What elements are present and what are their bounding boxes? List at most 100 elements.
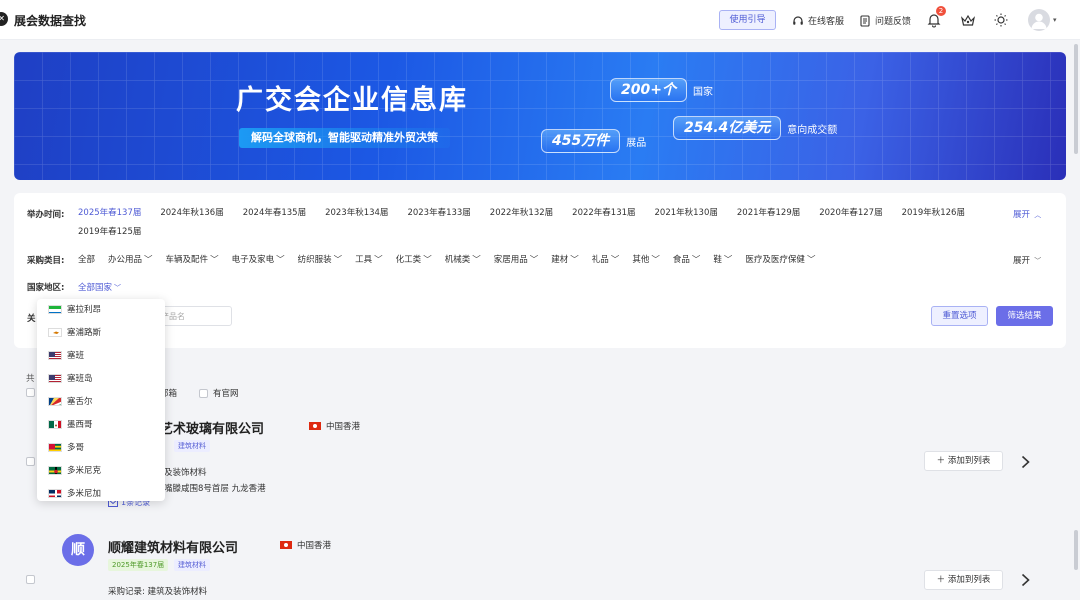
year-option[interactable]: 2024年秋136届 bbox=[160, 207, 223, 219]
country-option[interactable]: 多哥 bbox=[48, 441, 84, 453]
country-option[interactable]: 塞班 bbox=[48, 349, 84, 361]
category-option[interactable]: 机械类 ﹀ bbox=[445, 253, 481, 265]
country-option[interactable]: 塞浦路斯 bbox=[48, 326, 101, 338]
expand-years-toggle[interactable]: 展开 ︿ bbox=[1013, 208, 1041, 220]
category-option[interactable]: 化工类 ﹀ bbox=[396, 253, 432, 265]
keyword-input[interactable]: 产品名 bbox=[154, 306, 232, 326]
reset-button[interactable]: 重置选项 bbox=[931, 306, 988, 326]
option-website[interactable]: 有官网 bbox=[199, 387, 239, 399]
category-options: 全部 办公用品 ﹀ 车辆及配件 ﹀ 电子及家电 ﹀ 纺织服装 ﹀ 工具 ﹀ 化工类 ﹀ 机械… bbox=[78, 253, 815, 265]
filter-panel: 举办时间: 2025年春137届 2024年秋136届 2024年春135届 2… bbox=[14, 193, 1066, 348]
year-option[interactable]: 2022年春131届 bbox=[572, 207, 635, 219]
filter-submit-button[interactable]: 筛选结果 bbox=[996, 306, 1053, 326]
add-to-list-button[interactable]: ＋ 添加到列表 bbox=[924, 570, 1003, 590]
feedback-link[interactable]: 问题反馈 bbox=[859, 14, 911, 27]
result-count: 共 bbox=[26, 374, 35, 384]
category-text: 家居用品 bbox=[493, 255, 528, 265]
banner-grid-pattern bbox=[14, 52, 1066, 180]
category-text: 建材 bbox=[551, 255, 569, 265]
year-option[interactable]: 2023年春133届 bbox=[407, 207, 470, 219]
category-option[interactable]: 其他 ﹀ bbox=[632, 253, 660, 265]
expand-categories-toggle[interactable]: 展开 ﹀ bbox=[1013, 254, 1041, 266]
category-option[interactable]: 建材 ﹀ bbox=[551, 253, 579, 265]
year-option[interactable]: 2021年秋130届 bbox=[655, 207, 718, 219]
feedback-label: 问题反馈 bbox=[875, 17, 912, 27]
category-text: 办公用品 bbox=[108, 255, 143, 265]
country-dropdown: 塞拉利昂 塞浦路斯 塞班 塞班岛 塞舌尔 墨西哥 多哥 多米尼克 多米尼加 bbox=[37, 299, 165, 501]
country-name: 多米尼克 bbox=[67, 466, 102, 476]
guide-button[interactable]: 使用引导 bbox=[719, 10, 776, 30]
country-name: 多米尼加 bbox=[67, 489, 102, 499]
category-text: 食品 bbox=[672, 255, 690, 265]
chevron-right-icon[interactable] bbox=[1018, 573, 1032, 587]
chevron-down-icon: ﹀ bbox=[1032, 257, 1042, 265]
select-all-checkbox[interactable] bbox=[26, 388, 35, 398]
category-option-selected[interactable]: 全部 bbox=[78, 253, 95, 265]
category-option[interactable]: 办公用品 ﹀ bbox=[108, 253, 153, 265]
category-option[interactable]: 家居用品 ﹀ bbox=[494, 253, 539, 265]
chevron-down-icon: ﹀ bbox=[144, 255, 153, 265]
country-option[interactable]: 多米尼克 bbox=[48, 464, 101, 476]
row-checkbox[interactable] bbox=[26, 575, 35, 585]
country-option[interactable]: 墨西哥 bbox=[48, 418, 93, 430]
category-option[interactable]: 车辆及配件 ﹀ bbox=[166, 253, 219, 265]
chevron-down-icon: ﹀ bbox=[472, 255, 481, 265]
user-avatar[interactable] bbox=[1028, 9, 1050, 31]
chevron-down-icon: ﹀ bbox=[806, 255, 816, 265]
year-option[interactable]: 2020年春127届 bbox=[819, 207, 882, 219]
year-option[interactable]: 2024年春135届 bbox=[243, 207, 306, 219]
chevron-right-icon[interactable] bbox=[1018, 455, 1032, 469]
online-service-link[interactable]: 在线客服 bbox=[792, 14, 844, 27]
mexico-flag-icon bbox=[48, 419, 62, 429]
year-option[interactable]: 2019年春125届 bbox=[78, 226, 141, 238]
caret-down-icon[interactable]: ▾ bbox=[1053, 16, 1057, 24]
scrollbar-thumb-lower[interactable] bbox=[1074, 530, 1078, 570]
country-option[interactable]: 塞班岛 bbox=[48, 372, 93, 384]
category-option[interactable]: 医疗及医疗保健 ﹀ bbox=[745, 253, 815, 265]
category-option[interactable]: 鞋 ﹀ bbox=[713, 253, 732, 265]
sierra-leone-flag-icon bbox=[48, 304, 62, 314]
checkbox bbox=[199, 388, 208, 398]
purchase-record: 采购记录: 建筑及装饰材料 bbox=[108, 587, 208, 597]
seychelles-flag-icon bbox=[48, 396, 62, 406]
checkbox bbox=[26, 388, 35, 397]
company-name[interactable]: 顺耀建筑材料有限公司 bbox=[108, 537, 238, 556]
year-option[interactable]: 2021年春129届 bbox=[737, 207, 800, 219]
year-option[interactable]: 2023年秋134届 bbox=[325, 207, 388, 219]
scrollbar-thumb[interactable] bbox=[1074, 44, 1078, 154]
year-option[interactable]: 2019年秋126届 bbox=[902, 207, 965, 219]
chevron-up-icon: ︿ bbox=[1032, 211, 1042, 219]
sun-icon[interactable] bbox=[993, 12, 1009, 28]
chevron-down-icon: ﹀ bbox=[691, 255, 701, 265]
category-option[interactable]: 礼品 ﹀ bbox=[592, 253, 620, 265]
stat-value: 200+个 bbox=[610, 78, 687, 102]
country-option[interactable]: 塞拉利昂 bbox=[48, 303, 101, 315]
close-icon[interactable]: ✕ bbox=[0, 12, 8, 26]
company-name[interactable]: 艺术玻璃有限公司 bbox=[160, 418, 264, 437]
year-option-selected[interactable]: 2025年春137届 bbox=[78, 207, 141, 219]
category-option[interactable]: 工具 ﹀ bbox=[355, 253, 383, 265]
category-option[interactable]: 电子及家电 ﹀ bbox=[232, 253, 285, 265]
stat-unit: 展品 bbox=[626, 137, 647, 149]
expand-label: 展开 bbox=[1013, 210, 1031, 220]
crown-icon[interactable] bbox=[960, 12, 976, 28]
country-name: 墨西哥 bbox=[67, 420, 93, 430]
region-text: 中国香港 bbox=[297, 541, 332, 551]
country-option[interactable]: 多米尼加 bbox=[48, 487, 101, 499]
category-option[interactable]: 纺织服装 ﹀ bbox=[298, 253, 343, 265]
country-option[interactable]: 塞舌尔 bbox=[48, 395, 93, 407]
banner-subtitle: 解码全球商机，智能驱动精准外贸决策 bbox=[239, 128, 450, 148]
document-icon bbox=[860, 14, 870, 27]
country-select[interactable]: 全部国家 ﹀ bbox=[78, 281, 121, 293]
add-to-list-button[interactable]: ＋ 添加到列表 bbox=[924, 451, 1003, 471]
row-checkbox[interactable] bbox=[26, 457, 35, 467]
purchase-record: 及装饰材料 bbox=[164, 468, 207, 478]
country-name: 塞班岛 bbox=[67, 374, 93, 384]
country-select-value: 全部国家 bbox=[78, 283, 113, 293]
category-option[interactable]: 食品 ﹀ bbox=[673, 253, 701, 265]
category-text: 化工类 bbox=[395, 255, 422, 265]
year-option[interactable]: 2022年秋132届 bbox=[490, 207, 553, 219]
country-name: 塞拉利昂 bbox=[67, 305, 102, 315]
category-text: 全部 bbox=[78, 255, 96, 265]
hero-banner: 广交会企业信息库 解码全球商机，智能驱动精准外贸决策 200+个 国家 455万… bbox=[14, 52, 1066, 180]
